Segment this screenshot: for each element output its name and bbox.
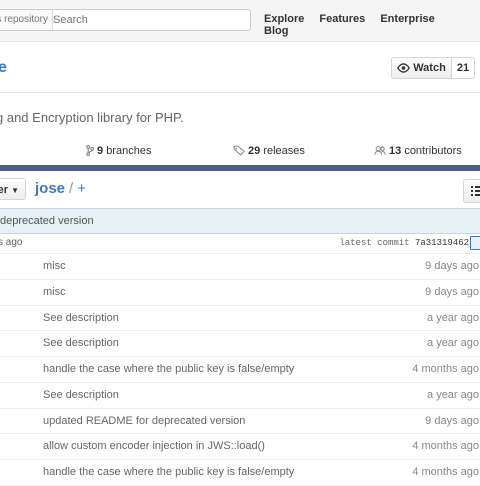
contributors-icon [374, 146, 386, 155]
eye-icon [397, 63, 411, 73]
table-row[interactable]: handle the case where the public key is … [0, 357, 480, 383]
table-row[interactable]: updated README for deprecated version 9 d… [0, 409, 480, 435]
branches-link[interactable]: 9 branches [86, 144, 152, 157]
latest-commit: latest commit 7a31319462 [339, 233, 469, 253]
row-commit-message[interactable]: allow custom encoder injection in JWS::l… [43, 434, 265, 458]
repo-name-link[interactable]: e [0, 59, 7, 77]
tag-icon [233, 145, 245, 156]
branches-label: branches [106, 145, 152, 157]
search-box[interactable]: This repository [0, 9, 251, 31]
table-row[interactable]: allow custom encoder injection in JWS::l… [0, 434, 480, 460]
row-commit-message[interactable]: handle the case where the public key is … [43, 357, 294, 381]
branch-icon [86, 144, 95, 157]
breadcrumb-separator: / [69, 180, 74, 197]
latest-commit-label: latest commit [339, 238, 410, 248]
row-age: 9 days ago [425, 260, 479, 272]
table-row[interactable]: misc 9 days ago [0, 280, 480, 306]
row-age: 9 days ago [425, 414, 479, 427]
language-bar [0, 165, 480, 171]
row-commit-message[interactable]: misc [43, 254, 66, 278]
releases-count: 29 [248, 145, 261, 157]
nav-enterprise[interactable]: Enterprise [380, 13, 434, 25]
header-divider [0, 92, 480, 93]
list-icon [471, 186, 480, 196]
row-age: a year ago [427, 311, 479, 324]
table-row[interactable]: misc 9 days ago [0, 254, 480, 280]
table-row[interactable]: See description a year ago [0, 331, 480, 357]
contributors-label: contributors [404, 145, 462, 157]
row-age: 4 months ago [412, 466, 479, 478]
caret-down-icon: ▼ [11, 186, 19, 195]
row-age: a year ago [427, 388, 479, 401]
row-commit-message[interactable]: See description [43, 383, 119, 407]
row-age: 4 months ago [412, 363, 479, 375]
watch-label: Watch [413, 62, 446, 74]
contributors-count: 13 [389, 145, 402, 157]
commit-message-link[interactable]: deprecated version [0, 209, 94, 233]
commit-meta: s ago latest commit 7a31319462 [0, 233, 480, 254]
branches-count: 9 [97, 145, 104, 157]
branch-select-button[interactable]: ter ▼ [0, 178, 26, 200]
watch-button[interactable]: Watch [392, 58, 452, 78]
table-row[interactable]: See description a year ago [0, 306, 480, 332]
nav-features[interactable]: Features [319, 13, 365, 25]
contributors-link[interactable]: 13 contributors [374, 145, 462, 157]
list-view-button[interactable] [463, 179, 480, 203]
releases-label: releases [263, 145, 305, 157]
table-row[interactable]: handle the case where the public key is … [0, 460, 480, 486]
row-commit-message[interactable]: See description [43, 331, 119, 355]
watch-count[interactable]: 21 [452, 58, 474, 78]
releases-link[interactable]: 29 releases [233, 145, 305, 157]
row-commit-message[interactable]: handle the case where the public key is … [43, 460, 294, 484]
commit-tease: deprecated version [0, 208, 480, 234]
row-age: 4 months ago [412, 440, 479, 453]
nav-explore[interactable]: Explore [264, 13, 304, 25]
copy-clipboard-icon[interactable] [470, 236, 480, 250]
search-input[interactable] [53, 10, 233, 30]
row-age: 9 days ago [425, 285, 479, 298]
breadcrumb-root-link[interactable]: jose [35, 180, 65, 197]
table-row[interactable]: See description a year ago [0, 383, 480, 409]
breadcrumb: jose / + [35, 180, 86, 197]
nav-blog[interactable]: Blog [264, 25, 288, 37]
row-commit-message[interactable]: See description [43, 306, 119, 330]
file-list: misc 9 days ago misc 9 days ago See descri… [0, 254, 480, 486]
row-age: a year ago [427, 337, 479, 350]
repo-stats: 9 branches 29 releases 13 contributors [0, 141, 480, 163]
repo-description: g and Encryption library for PHP. [0, 110, 184, 125]
commit-time: s ago [0, 237, 23, 248]
branch-label: ter [0, 184, 9, 196]
site-header: This repository Explore Features Enterpr… [0, 0, 480, 42]
new-file-button[interactable]: + [77, 180, 86, 197]
search-scope-label: This repository [0, 10, 53, 30]
watch-control: Watch 21 [391, 57, 475, 79]
row-commit-message[interactable]: updated README for deprecated version [43, 409, 245, 433]
row-commit-message[interactable]: misc [43, 280, 66, 304]
top-nav: Explore Features Enterprise Blog [264, 13, 480, 37]
commit-sha-link[interactable]: 7a31319462 [415, 238, 469, 248]
